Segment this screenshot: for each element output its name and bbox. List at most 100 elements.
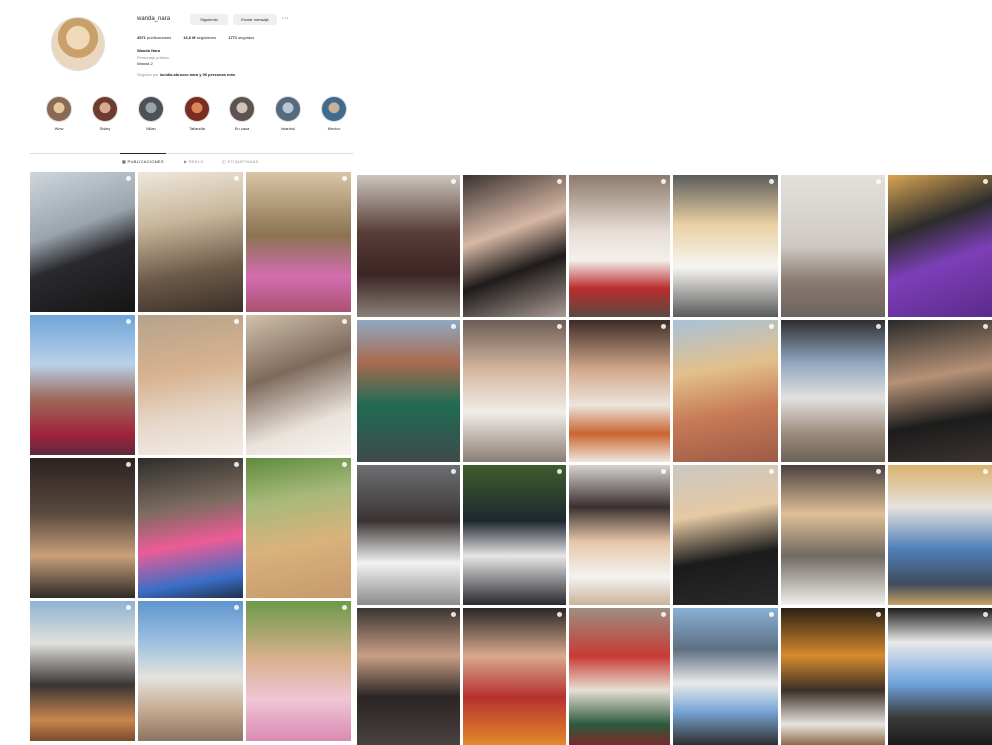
profile-username: wanda_nara bbox=[137, 16, 171, 22]
multi-post-icon bbox=[126, 605, 131, 610]
post-thumbnail[interactable] bbox=[357, 465, 460, 605]
tab-tagged[interactable]: ◫ ETIQUETADAS bbox=[222, 159, 259, 164]
post-thumbnail[interactable] bbox=[673, 608, 778, 745]
multi-post-icon bbox=[557, 179, 562, 184]
multi-post-icon bbox=[451, 469, 456, 474]
multi-post-icon bbox=[234, 319, 239, 324]
post-thumbnail[interactable] bbox=[138, 172, 243, 312]
multi-post-icon bbox=[557, 612, 562, 617]
profile-name: Wanda Nara bbox=[137, 48, 160, 53]
multi-post-icon bbox=[342, 176, 347, 181]
multi-post-icon bbox=[451, 179, 456, 184]
tab-divider bbox=[30, 153, 353, 154]
active-tab-indicator bbox=[120, 153, 166, 154]
multi-post-icon bbox=[234, 462, 239, 467]
post-thumbnail[interactable] bbox=[463, 608, 566, 745]
highlight-item[interactable]: Wow bbox=[44, 96, 74, 131]
highlight-thumbnail bbox=[321, 96, 347, 122]
highlight-item[interactable]: Milan bbox=[136, 96, 166, 131]
post-thumbnail[interactable] bbox=[673, 175, 778, 317]
post-thumbnail[interactable] bbox=[673, 320, 778, 462]
multi-post-icon bbox=[557, 324, 562, 329]
multi-post-icon bbox=[661, 469, 666, 474]
multi-post-icon bbox=[876, 324, 881, 329]
highlight-label: Tailandia bbox=[189, 126, 205, 131]
post-thumbnail[interactable] bbox=[781, 608, 885, 745]
post-thumbnail[interactable] bbox=[463, 175, 566, 317]
post-thumbnail[interactable] bbox=[888, 320, 992, 462]
highlight-thumbnail bbox=[138, 96, 164, 122]
post-thumbnail[interactable] bbox=[569, 608, 670, 745]
multi-post-icon bbox=[661, 179, 666, 184]
post-thumbnail[interactable] bbox=[463, 465, 566, 605]
post-thumbnail[interactable] bbox=[30, 172, 135, 312]
post-thumbnail[interactable] bbox=[569, 175, 670, 317]
post-thumbnail[interactable] bbox=[781, 320, 885, 462]
highlight-label: En casa bbox=[234, 126, 250, 131]
highlight-item[interactable]: Sisley bbox=[90, 96, 120, 131]
multi-post-icon bbox=[876, 469, 881, 474]
followers-count[interactable]: 16,6 M seguidores bbox=[183, 35, 216, 40]
post-thumbnail[interactable] bbox=[138, 601, 243, 741]
post-thumbnail[interactable] bbox=[246, 172, 351, 312]
multi-post-icon bbox=[983, 469, 988, 474]
post-thumbnail[interactable] bbox=[569, 320, 670, 462]
profile-stats: 4571 publicaciones 16,6 M seguidores 177… bbox=[137, 35, 254, 40]
highlight-label: Milan bbox=[146, 126, 156, 131]
highlight-item[interactable]: Istanbul bbox=[273, 96, 303, 131]
posts-count[interactable]: 4571 publicaciones bbox=[137, 35, 171, 40]
multi-post-icon bbox=[661, 612, 666, 617]
tab-reels[interactable]: ▶ REELS bbox=[184, 159, 203, 164]
post-thumbnail[interactable] bbox=[357, 320, 460, 462]
multi-post-icon bbox=[769, 179, 774, 184]
post-thumbnail[interactable] bbox=[463, 320, 566, 462]
multi-post-icon bbox=[126, 319, 131, 324]
multi-post-icon bbox=[876, 179, 881, 184]
post-thumbnail[interactable] bbox=[246, 601, 351, 741]
highlight-label: Mexico bbox=[327, 126, 341, 131]
multi-post-icon bbox=[769, 612, 774, 617]
more-options-icon[interactable]: ··· bbox=[280, 14, 290, 25]
tab-posts[interactable]: ▦ PUBLICACIONES bbox=[122, 159, 164, 164]
profile-avatar[interactable] bbox=[52, 18, 104, 70]
post-thumbnail[interactable] bbox=[138, 458, 243, 598]
multi-post-icon bbox=[342, 319, 347, 324]
followed-by[interactable]: Seguido por lucidia.abruzzo.nara y 96 pe… bbox=[137, 72, 235, 77]
following-button[interactable]: Siguiendo bbox=[190, 14, 228, 25]
post-thumbnail[interactable] bbox=[30, 601, 135, 741]
post-thumbnail[interactable] bbox=[246, 315, 351, 455]
highlight-item[interactable]: Mexico bbox=[319, 96, 349, 131]
following-count[interactable]: 1771 seguidos bbox=[228, 35, 254, 40]
post-thumbnail[interactable] bbox=[30, 315, 135, 455]
highlight-item[interactable]: En casa bbox=[227, 96, 257, 131]
post-thumbnail[interactable] bbox=[888, 608, 992, 745]
multi-post-icon bbox=[769, 324, 774, 329]
post-thumbnail[interactable] bbox=[138, 315, 243, 455]
post-thumbnail[interactable] bbox=[357, 175, 460, 317]
multi-post-icon bbox=[557, 469, 562, 474]
post-thumbnail[interactable] bbox=[888, 175, 992, 317]
post-thumbnail[interactable] bbox=[888, 465, 992, 605]
post-thumbnail[interactable] bbox=[781, 175, 885, 317]
multi-post-icon bbox=[983, 324, 988, 329]
post-thumbnail[interactable] bbox=[357, 608, 460, 745]
post-thumbnail[interactable] bbox=[30, 458, 135, 598]
highlight-thumbnail bbox=[229, 96, 255, 122]
highlight-thumbnail bbox=[92, 96, 118, 122]
post-thumbnail[interactable] bbox=[569, 465, 670, 605]
post-thumbnail[interactable] bbox=[673, 465, 778, 605]
multi-post-icon bbox=[451, 324, 456, 329]
highlight-label: Wow bbox=[54, 126, 64, 131]
multi-post-icon bbox=[342, 605, 347, 610]
highlight-thumbnail bbox=[184, 96, 210, 122]
highlight-label: Istanbul bbox=[280, 126, 295, 131]
multi-post-icon bbox=[451, 612, 456, 617]
highlight-item[interactable]: Tailandia bbox=[182, 96, 212, 131]
multi-post-icon bbox=[983, 612, 988, 617]
multi-post-icon bbox=[342, 462, 347, 467]
multi-post-icon bbox=[983, 179, 988, 184]
message-button[interactable]: Enviar mensaje bbox=[233, 14, 277, 25]
multi-post-icon bbox=[126, 176, 131, 181]
post-thumbnail[interactable] bbox=[246, 458, 351, 598]
post-thumbnail[interactable] bbox=[781, 465, 885, 605]
